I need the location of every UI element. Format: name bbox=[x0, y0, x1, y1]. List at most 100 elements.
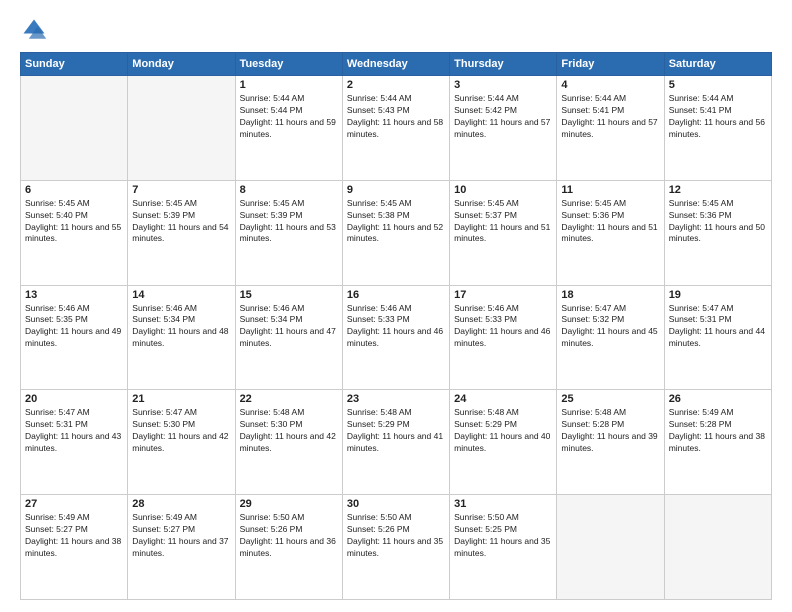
day-number: 30 bbox=[347, 498, 445, 510]
weekday-header-saturday: Saturday bbox=[664, 53, 771, 76]
day-number: 10 bbox=[454, 184, 552, 196]
calendar-cell: 3 Sunrise: 5:44 AM Sunset: 5:42 PM Daylig… bbox=[450, 76, 557, 181]
weekday-header-friday: Friday bbox=[557, 53, 664, 76]
day-number: 31 bbox=[454, 498, 552, 510]
weekday-header-tuesday: Tuesday bbox=[235, 53, 342, 76]
day-number: 2 bbox=[347, 79, 445, 91]
calendar-cell: 17 Sunrise: 5:46 AM Sunset: 5:33 PM Dayli… bbox=[450, 285, 557, 390]
day-info: Sunrise: 5:44 AM Sunset: 5:43 PM Dayligh… bbox=[347, 93, 445, 141]
weekday-header-row: SundayMondayTuesdayWednesdayThursdayFrid… bbox=[21, 53, 772, 76]
day-info: Sunrise: 5:47 AM Sunset: 5:31 PM Dayligh… bbox=[669, 303, 767, 351]
week-row-3: 20Sunrise: 5:47 AM Sunset: 5:31 PM Dayli… bbox=[21, 390, 772, 495]
day-info: Sunrise: 5:46 AM Sunset: 5:35 PM Dayligh… bbox=[25, 303, 123, 351]
calendar-cell: 18Sunrise: 5:47 AM Sunset: 5:32 PM Dayli… bbox=[557, 285, 664, 390]
day-number: 7 bbox=[132, 184, 230, 196]
day-info: Sunrise: 5:50 AM Sunset: 5:26 PM Dayligh… bbox=[240, 512, 338, 560]
calendar-cell: 9 Sunrise: 5:45 AM Sunset: 5:38 PM Daylig… bbox=[342, 180, 449, 285]
day-info: Sunrise: 5:45 AM Sunset: 5:36 PM Dayligh… bbox=[669, 198, 767, 246]
day-info: Sunrise: 5:48 AM Sunset: 5:30 PM Dayligh… bbox=[240, 407, 338, 455]
page: SundayMondayTuesdayWednesdayThursdayFrid… bbox=[0, 0, 792, 612]
day-number: 29 bbox=[240, 498, 338, 510]
calendar-cell: 16 Sunrise: 5:46 AM Sunset: 5:33 PM Dayli… bbox=[342, 285, 449, 390]
calendar-table: SundayMondayTuesdayWednesdayThursdayFrid… bbox=[20, 52, 772, 600]
day-info: Sunrise: 5:45 AM Sunset: 5:37 PM Dayligh… bbox=[454, 198, 552, 246]
calendar-cell: 15Sunrise: 5:46 AM Sunset: 5:34 PM Dayli… bbox=[235, 285, 342, 390]
day-number: 11 bbox=[561, 184, 659, 196]
calendar-cell bbox=[21, 76, 128, 181]
calendar-cell: 26 Sunrise: 5:49 AM Sunset: 5:28 PM Dayli… bbox=[664, 390, 771, 495]
day-number: 21 bbox=[132, 393, 230, 405]
day-number: 4 bbox=[561, 79, 659, 91]
weekday-header-monday: Monday bbox=[128, 53, 235, 76]
day-number: 9 bbox=[347, 184, 445, 196]
logo-icon bbox=[20, 16, 48, 44]
day-number: 24 bbox=[454, 393, 552, 405]
calendar-cell: 25 Sunrise: 5:48 AM Sunset: 5:28 PM Dayli… bbox=[557, 390, 664, 495]
day-info: Sunrise: 5:46 AM Sunset: 5:33 PM Dayligh… bbox=[454, 303, 552, 351]
calendar-cell bbox=[557, 495, 664, 600]
header bbox=[20, 16, 772, 44]
calendar-cell: 8 Sunrise: 5:45 AM Sunset: 5:39 PM Daylig… bbox=[235, 180, 342, 285]
calendar-cell: 28Sunrise: 5:49 AM Sunset: 5:27 PM Dayli… bbox=[128, 495, 235, 600]
calendar-cell: 22 Sunrise: 5:48 AM Sunset: 5:30 PM Dayli… bbox=[235, 390, 342, 495]
week-row-1: 6Sunrise: 5:45 AM Sunset: 5:40 PM Daylig… bbox=[21, 180, 772, 285]
day-info: Sunrise: 5:44 AM Sunset: 5:41 PM Dayligh… bbox=[561, 93, 659, 141]
calendar-cell: 13Sunrise: 5:46 AM Sunset: 5:35 PM Dayli… bbox=[21, 285, 128, 390]
day-info: Sunrise: 5:45 AM Sunset: 5:39 PM Dayligh… bbox=[240, 198, 338, 246]
weekday-header-wednesday: Wednesday bbox=[342, 53, 449, 76]
day-number: 14 bbox=[132, 289, 230, 301]
weekday-header-sunday: Sunday bbox=[21, 53, 128, 76]
calendar-cell: 23 Sunrise: 5:48 AM Sunset: 5:29 PM Dayli… bbox=[342, 390, 449, 495]
day-number: 17 bbox=[454, 289, 552, 301]
day-number: 20 bbox=[25, 393, 123, 405]
day-number: 27 bbox=[25, 498, 123, 510]
day-number: 8 bbox=[240, 184, 338, 196]
calendar-cell: 24 Sunrise: 5:48 AM Sunset: 5:29 PM Dayli… bbox=[450, 390, 557, 495]
calendar-cell: 31 Sunrise: 5:50 AM Sunset: 5:25 PM Dayli… bbox=[450, 495, 557, 600]
calendar-cell: 20Sunrise: 5:47 AM Sunset: 5:31 PM Dayli… bbox=[21, 390, 128, 495]
calendar-cell: 30 Sunrise: 5:50 AM Sunset: 5:26 PM Dayli… bbox=[342, 495, 449, 600]
day-number: 15 bbox=[240, 289, 338, 301]
calendar-cell: 27 Sunrise: 5:49 AM Sunset: 5:27 PM Dayli… bbox=[21, 495, 128, 600]
calendar-cell: 2 Sunrise: 5:44 AM Sunset: 5:43 PM Daylig… bbox=[342, 76, 449, 181]
calendar-cell: 29 Sunrise: 5:50 AM Sunset: 5:26 PM Dayli… bbox=[235, 495, 342, 600]
calendar-cell: 1Sunrise: 5:44 AM Sunset: 5:44 PM Daylig… bbox=[235, 76, 342, 181]
day-info: Sunrise: 5:46 AM Sunset: 5:33 PM Dayligh… bbox=[347, 303, 445, 351]
day-info: Sunrise: 5:49 AM Sunset: 5:27 PM Dayligh… bbox=[132, 512, 230, 560]
calendar-cell bbox=[128, 76, 235, 181]
calendar-cell: 7 Sunrise: 5:45 AM Sunset: 5:39 PM Daylig… bbox=[128, 180, 235, 285]
day-info: Sunrise: 5:48 AM Sunset: 5:28 PM Dayligh… bbox=[561, 407, 659, 455]
day-info: Sunrise: 5:48 AM Sunset: 5:29 PM Dayligh… bbox=[347, 407, 445, 455]
calendar-cell: 11Sunrise: 5:45 AM Sunset: 5:36 PM Dayli… bbox=[557, 180, 664, 285]
calendar-cell bbox=[664, 495, 771, 600]
calendar-cell: 10 Sunrise: 5:45 AM Sunset: 5:37 PM Dayli… bbox=[450, 180, 557, 285]
day-info: Sunrise: 5:50 AM Sunset: 5:26 PM Dayligh… bbox=[347, 512, 445, 560]
calendar-cell: 5Sunrise: 5:44 AM Sunset: 5:41 PM Daylig… bbox=[664, 76, 771, 181]
week-row-0: 1Sunrise: 5:44 AM Sunset: 5:44 PM Daylig… bbox=[21, 76, 772, 181]
day-info: Sunrise: 5:49 AM Sunset: 5:27 PM Dayligh… bbox=[25, 512, 123, 560]
day-info: Sunrise: 5:45 AM Sunset: 5:40 PM Dayligh… bbox=[25, 198, 123, 246]
day-number: 16 bbox=[347, 289, 445, 301]
day-info: Sunrise: 5:44 AM Sunset: 5:44 PM Dayligh… bbox=[240, 93, 338, 141]
day-number: 3 bbox=[454, 79, 552, 91]
day-info: Sunrise: 5:47 AM Sunset: 5:30 PM Dayligh… bbox=[132, 407, 230, 455]
day-info: Sunrise: 5:50 AM Sunset: 5:25 PM Dayligh… bbox=[454, 512, 552, 560]
day-number: 19 bbox=[669, 289, 767, 301]
day-number: 26 bbox=[669, 393, 767, 405]
day-number: 22 bbox=[240, 393, 338, 405]
day-info: Sunrise: 5:45 AM Sunset: 5:38 PM Dayligh… bbox=[347, 198, 445, 246]
day-info: Sunrise: 5:45 AM Sunset: 5:39 PM Dayligh… bbox=[132, 198, 230, 246]
calendar-cell: 19 Sunrise: 5:47 AM Sunset: 5:31 PM Dayli… bbox=[664, 285, 771, 390]
week-row-2: 13Sunrise: 5:46 AM Sunset: 5:35 PM Dayli… bbox=[21, 285, 772, 390]
calendar-cell: 14Sunrise: 5:46 AM Sunset: 5:34 PM Dayli… bbox=[128, 285, 235, 390]
day-info: Sunrise: 5:48 AM Sunset: 5:29 PM Dayligh… bbox=[454, 407, 552, 455]
day-number: 25 bbox=[561, 393, 659, 405]
day-number: 23 bbox=[347, 393, 445, 405]
calendar-cell: 21 Sunrise: 5:47 AM Sunset: 5:30 PM Dayli… bbox=[128, 390, 235, 495]
day-number: 5 bbox=[669, 79, 767, 91]
day-info: Sunrise: 5:47 AM Sunset: 5:32 PM Dayligh… bbox=[561, 303, 659, 351]
day-info: Sunrise: 5:44 AM Sunset: 5:42 PM Dayligh… bbox=[454, 93, 552, 141]
logo bbox=[20, 16, 52, 44]
day-info: Sunrise: 5:49 AM Sunset: 5:28 PM Dayligh… bbox=[669, 407, 767, 455]
calendar-cell: 6Sunrise: 5:45 AM Sunset: 5:40 PM Daylig… bbox=[21, 180, 128, 285]
